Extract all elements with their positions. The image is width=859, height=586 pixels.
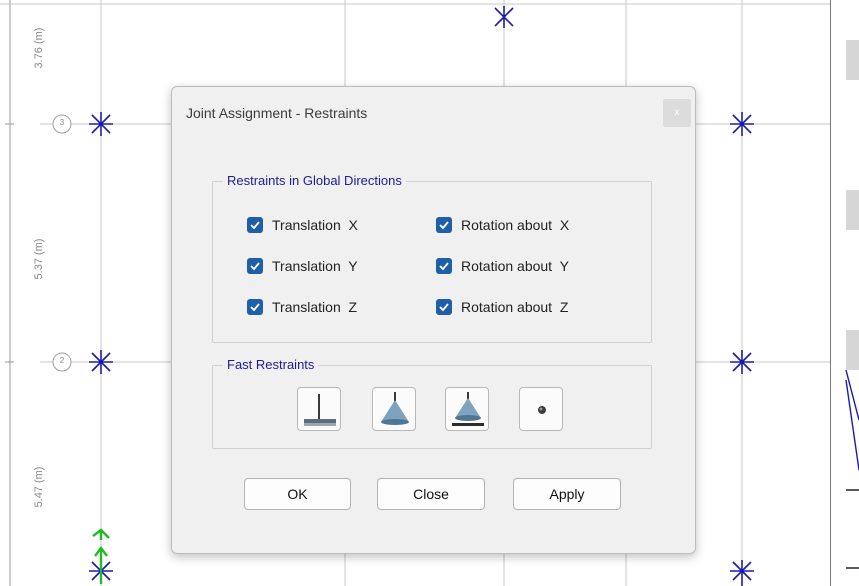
rotation-z-checkbox[interactable]: Rotation about Z <box>436 299 568 315</box>
checkbox-label: Translation X <box>272 217 358 233</box>
checkbox-label: Translation Z <box>272 299 358 315</box>
check-icon <box>436 258 452 274</box>
check-icon <box>436 299 452 315</box>
joint-icon[interactable] <box>89 112 113 136</box>
dimension-label: 5.37 (m) <box>33 238 45 280</box>
pinned-support-icon <box>381 392 409 425</box>
free-joint-icon <box>538 406 546 414</box>
checkbox-label: Rotation about Y <box>461 258 569 274</box>
check-icon <box>247 258 263 274</box>
fixed-support-icon <box>304 394 336 426</box>
dimension-label: 3.76 (m) <box>33 27 45 69</box>
check-icon <box>436 217 452 233</box>
close-icon: x <box>674 107 680 118</box>
joint-icon[interactable] <box>730 112 754 136</box>
roller-support-icon <box>452 392 484 426</box>
checkbox-label: Rotation about X <box>461 217 570 233</box>
rotation-y-checkbox[interactable]: Rotation about Y <box>436 258 569 274</box>
joint-restraints-dialog: Joint Assignment - Restraints x Restrain… <box>171 86 696 554</box>
joint-icon[interactable] <box>730 560 754 586</box>
joint-icon[interactable] <box>730 350 754 374</box>
fast-fixed-button[interactable] <box>297 387 341 431</box>
grid-bubble-label: 3 <box>59 118 65 127</box>
fast-free-button[interactable] <box>519 387 563 431</box>
translation-x-checkbox[interactable]: Translation X <box>247 217 358 233</box>
joint-icon[interactable] <box>494 6 514 28</box>
checkbox-label: Rotation about Z <box>461 299 569 315</box>
dialog-close-button[interactable]: x <box>663 99 691 127</box>
translation-y-checkbox[interactable]: Translation Y <box>247 258 358 274</box>
rotation-x-checkbox[interactable]: Rotation about X <box>436 217 569 233</box>
right-view-panel[interactable] <box>830 0 859 586</box>
close-button[interactable]: Close <box>377 478 485 510</box>
fast-restraints-group-title: Fast Restraints <box>223 357 319 372</box>
dimension-label: 5.47 (m) <box>33 466 45 508</box>
checkbox-label: Translation Y <box>272 258 358 274</box>
dialog-title: Joint Assignment - Restraints <box>186 105 368 121</box>
fast-restraints-group: Fast Restraints <box>212 357 652 449</box>
grid-bubble-label: 2 <box>59 356 65 365</box>
translation-z-checkbox[interactable]: Translation Z <box>247 299 357 315</box>
check-icon <box>247 299 263 315</box>
restraints-group-title: Restraints in Global Directions <box>223 173 406 188</box>
ok-button[interactable]: OK <box>244 478 351 510</box>
apply-button[interactable]: Apply <box>513 478 621 510</box>
fast-pinned-button[interactable] <box>372 387 416 431</box>
fast-roller-button[interactable] <box>445 387 489 431</box>
check-icon <box>247 217 263 233</box>
joint-icon[interactable] <box>89 350 113 374</box>
